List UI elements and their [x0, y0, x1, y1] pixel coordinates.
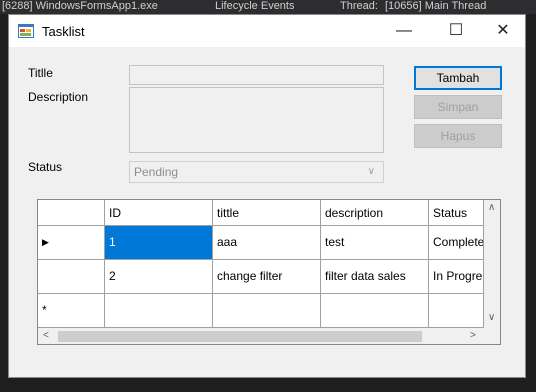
- column-header-status[interactable]: Status: [429, 200, 484, 226]
- lifecycle-events[interactable]: Lifecycle Events: [215, 0, 294, 12]
- new-row-cell[interactable]: [429, 294, 484, 328]
- thread-value[interactable]: [10656] Main Thread: [385, 0, 486, 12]
- cell-status[interactable]: Complete: [429, 226, 484, 260]
- cell-description[interactable]: filter data sales: [321, 260, 429, 294]
- close-button[interactable]: ✕: [480, 15, 526, 47]
- minimize-button[interactable]: —: [381, 15, 427, 47]
- ide-bottom-strip: [0, 378, 536, 392]
- row-header-new-icon[interactable]: *: [38, 294, 105, 328]
- row-header-current-icon[interactable]: ▶: [38, 226, 105, 260]
- title-bar[interactable]: Tasklist — ☐ ✕: [9, 15, 525, 47]
- column-header-title[interactable]: tittle: [213, 200, 321, 226]
- title-label: Titlle: [28, 66, 53, 80]
- new-row-cell[interactable]: [321, 294, 429, 328]
- status-select[interactable]: Pending ∨: [129, 161, 384, 183]
- new-row-cell[interactable]: [213, 294, 321, 328]
- window-title: Tasklist: [42, 24, 85, 39]
- scroll-up-icon[interactable]: ∧: [488, 202, 495, 213]
- maximize-button[interactable]: ☐: [433, 15, 479, 47]
- row-header-corner: [38, 200, 105, 226]
- cell-description[interactable]: test: [321, 226, 429, 260]
- delete-button[interactable]: Hapus: [414, 124, 502, 148]
- thread-label: Thread:: [340, 0, 378, 12]
- vertical-scrollbar[interactable]: ∧ ∨: [484, 200, 500, 328]
- row-header[interactable]: [38, 260, 105, 294]
- description-input[interactable]: [129, 87, 384, 153]
- task-grid[interactable]: ID tittle description Status ▶ 1 aaa tes…: [37, 199, 501, 345]
- window-app-icon: [18, 24, 34, 38]
- cell-id[interactable]: 2: [105, 260, 213, 294]
- ide-debug-bar: [6288] WindowsFormsApp1.exe Lifecycle Ev…: [0, 0, 536, 14]
- scroll-right-icon[interactable]: >: [470, 330, 476, 341]
- save-button[interactable]: Simpan: [414, 95, 502, 119]
- tasklist-window: Tasklist — ☐ ✕ Titlle Description Status…: [8, 14, 526, 378]
- add-button[interactable]: Tambah: [414, 66, 502, 90]
- cell-id[interactable]: 1: [105, 226, 213, 260]
- description-label: Description: [28, 90, 89, 104]
- process-name[interactable]: [6288] WindowsFormsApp1.exe: [2, 0, 158, 12]
- status-label: Status: [28, 160, 63, 174]
- column-header-id[interactable]: ID: [105, 200, 213, 226]
- cell-status[interactable]: In Progress: [429, 260, 484, 294]
- scroll-thumb[interactable]: [58, 331, 422, 342]
- cell-title[interactable]: change filter: [213, 260, 321, 294]
- cell-title[interactable]: aaa: [213, 226, 321, 260]
- column-header-description[interactable]: description: [321, 200, 429, 226]
- scrollbar-corner: [484, 328, 500, 344]
- chevron-down-icon[interactable]: ∨: [368, 162, 375, 182]
- title-input[interactable]: [129, 65, 384, 85]
- new-row-cell[interactable]: [105, 294, 213, 328]
- horizontal-scrollbar[interactable]: < >: [38, 328, 484, 344]
- scroll-down-icon[interactable]: ∨: [488, 312, 495, 323]
- status-select-value: Pending: [134, 165, 179, 179]
- scroll-left-icon[interactable]: <: [43, 330, 49, 341]
